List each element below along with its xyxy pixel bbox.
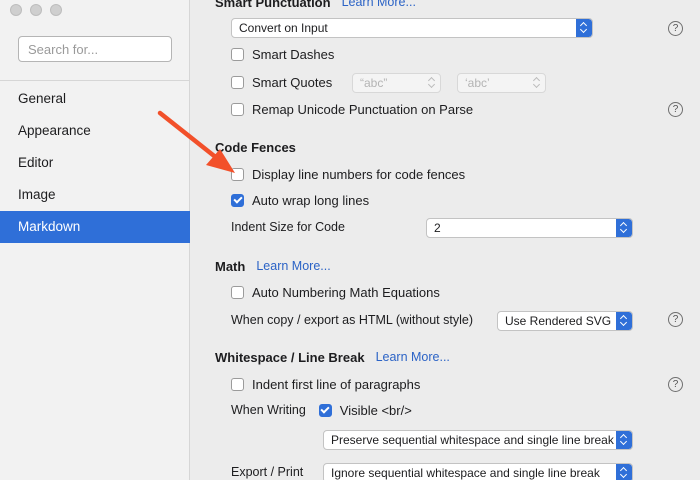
zoom-window-button[interactable]: [50, 4, 62, 16]
chevron-up-down-icon: [616, 312, 632, 330]
section-title: Smart Punctuation: [215, 0, 331, 10]
remap-unicode-label: Remap Unicode Punctuation on Parse: [252, 101, 474, 117]
sidebar-item-image[interactable]: Image: [0, 179, 190, 211]
smart-quotes-row: Smart Quotes: [191, 71, 700, 93]
indent-first-line-row: Indent first line of paragraphs: [191, 373, 700, 395]
auto-numbering-checkbox[interactable]: [231, 285, 244, 299]
select-value: “abc”: [360, 76, 388, 90]
sidebar-item-markdown[interactable]: Markdown: [0, 211, 190, 243]
auto-wrap-row: Auto wrap long lines: [191, 189, 700, 211]
auto-wrap-checkbox[interactable]: [231, 193, 244, 207]
visible-br-label: Visible <br/>: [339, 402, 412, 418]
help-icon[interactable]: ?: [668, 377, 683, 392]
preferences-panel: Smart Punctuation Learn More... Convert …: [191, 0, 700, 480]
section-title: Math: [215, 258, 246, 274]
whitespace-header: Whitespace / Line Break Learn More...: [191, 346, 700, 368]
when-writing-label: When Writing: [231, 403, 306, 417]
learn-more-link[interactable]: Learn More...: [342, 0, 416, 9]
smart-dashes-row: Smart Dashes: [191, 43, 700, 65]
smart-quotes-checkbox[interactable]: [231, 75, 244, 89]
search-input[interactable]: [18, 36, 172, 62]
line-numbers-row: Display line numbers for code fences: [191, 163, 700, 185]
copy-export-select[interactable]: Use Rendered SVG: [497, 311, 633, 331]
indent-size-select[interactable]: 2: [426, 218, 633, 238]
chevron-up-down-icon: [616, 431, 632, 449]
smart-dashes-checkbox[interactable]: [231, 47, 244, 61]
chevron-up-down-icon: [616, 464, 632, 480]
copy-export-label: When copy / export as HTML (without styl…: [231, 313, 473, 327]
sidebar: General Appearance Editor Image Markdown: [0, 0, 190, 480]
export-whitespace-select[interactable]: Ignore sequential whitespace and single …: [323, 463, 633, 480]
learn-more-link[interactable]: Learn More...: [256, 259, 330, 273]
double-quotes-select[interactable]: “abc”: [352, 73, 441, 93]
code-fences-header: Code Fences: [191, 136, 700, 158]
select-value: Convert on Input: [239, 21, 328, 35]
smart-dashes-label: Smart Dashes: [252, 46, 335, 62]
indent-size-label: Indent Size for Code: [231, 220, 345, 234]
select-value: Use Rendered SVG: [505, 314, 612, 328]
math-header: Math Learn More...: [191, 255, 700, 277]
sidebar-divider: [0, 80, 190, 81]
help-icon[interactable]: ?: [668, 21, 683, 36]
select-value: Preserve sequential whitespace and singl…: [331, 433, 614, 447]
chevron-up-down-icon: [529, 74, 545, 92]
select-value: ‘abc’: [465, 76, 490, 90]
smart-punctuation-header: Smart Punctuation Learn More...: [191, 0, 700, 13]
close-window-button[interactable]: [10, 4, 22, 16]
chevron-up-down-icon: [576, 19, 592, 37]
window-controls: [10, 4, 62, 16]
auto-wrap-label: Auto wrap long lines: [252, 192, 370, 208]
chevron-up-down-icon: [424, 74, 440, 92]
smart-quotes-label: Smart Quotes: [252, 74, 333, 90]
visible-br-checkbox[interactable]: [318, 403, 332, 417]
chevron-up-down-icon: [616, 219, 632, 237]
section-title: Whitespace / Line Break: [215, 349, 365, 365]
indent-first-line-label: Indent first line of paragraphs: [252, 376, 421, 392]
learn-more-link[interactable]: Learn More...: [376, 350, 450, 364]
line-numbers-label: Display line numbers for code fences: [252, 166, 466, 182]
annotation-arrow-icon: [157, 110, 235, 173]
help-icon[interactable]: ?: [668, 102, 683, 117]
indent-first-line-checkbox[interactable]: [231, 377, 244, 391]
select-value: Ignore sequential whitespace and single …: [331, 466, 600, 480]
help-icon[interactable]: ?: [668, 312, 683, 327]
single-quotes-select[interactable]: ‘abc’: [457, 73, 546, 93]
minimize-window-button[interactable]: [30, 4, 42, 16]
select-value: 2: [434, 221, 441, 235]
writing-whitespace-select[interactable]: Preserve sequential whitespace and singl…: [323, 430, 633, 450]
smart-punctuation-select[interactable]: Convert on Input: [231, 18, 593, 38]
when-writing-row: When Writing Visible <br/>: [191, 399, 700, 421]
auto-numbering-row: Auto Numbering Math Equations: [191, 281, 700, 303]
export-print-label: Export / Print: [231, 465, 304, 479]
remap-unicode-row: Remap Unicode Punctuation on Parse: [191, 98, 700, 120]
auto-numbering-label: Auto Numbering Math Equations: [252, 284, 440, 300]
